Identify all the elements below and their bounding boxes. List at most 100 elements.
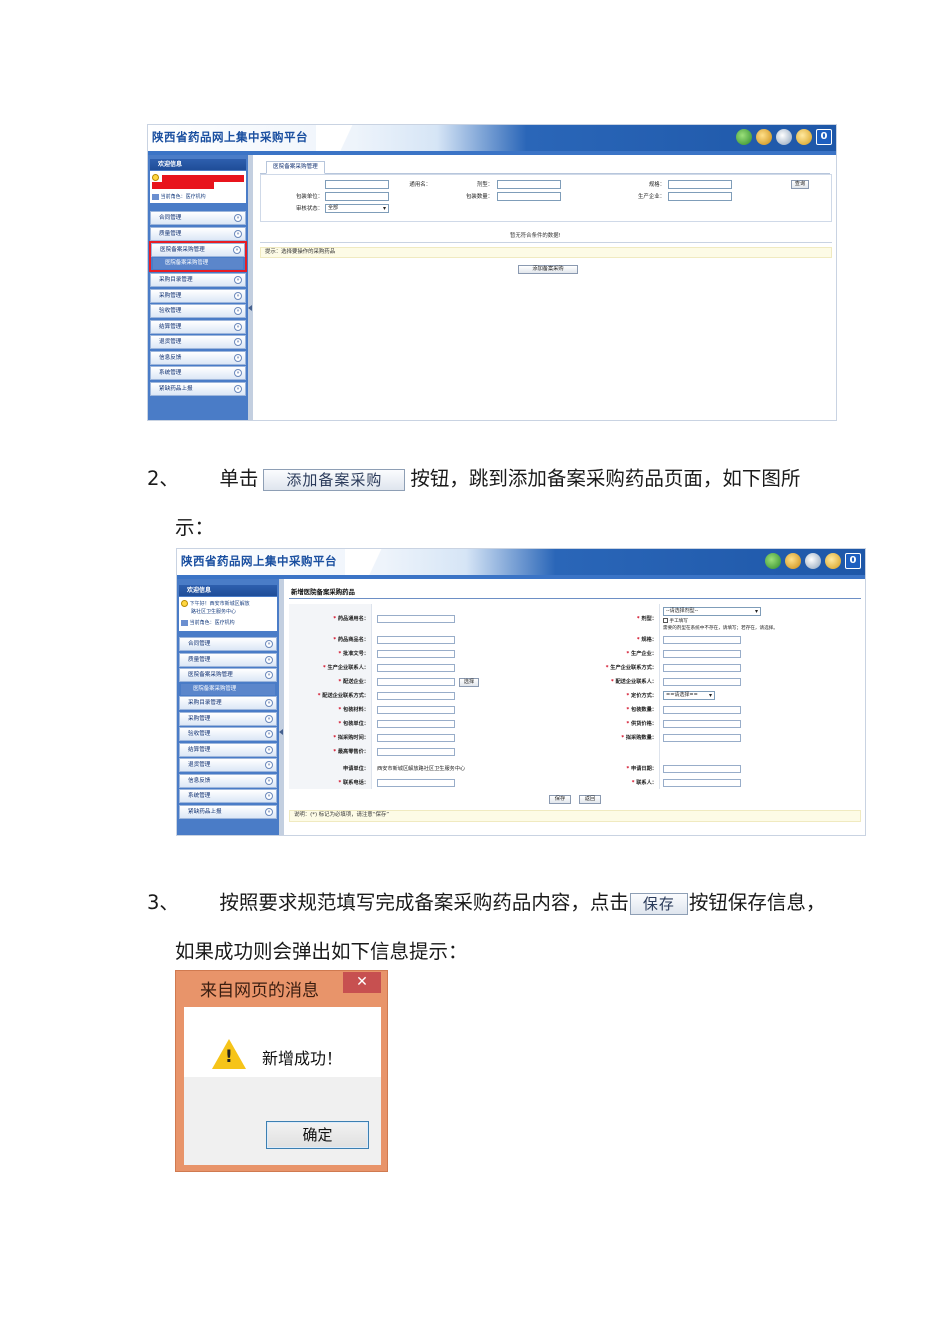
form-title: 新增医院备案采购药品 xyxy=(291,588,355,596)
settings-icon[interactable] xyxy=(805,553,821,569)
pack-qty-input[interactable] xyxy=(663,706,741,714)
sidebar-item-returns[interactable]: 退货管理» xyxy=(150,335,246,349)
dialog-title: 来自网页的消息 xyxy=(200,981,319,1001)
chevron-down-icon: » xyxy=(265,761,273,769)
sidebar-collapse-handle[interactable] xyxy=(248,155,253,420)
sidebar-item-settlement[interactable]: 结算管理» xyxy=(179,742,277,757)
sidebar-item-shortage-report[interactable]: 紧缺药品上报» xyxy=(150,381,246,396)
highlight-box: 医院备案采购管理» 医院备案采购管理 xyxy=(149,241,247,272)
sidebar-item-purchase[interactable]: 采购管理» xyxy=(179,711,277,726)
sidebar-item-feedback[interactable]: 信息反馈» xyxy=(150,350,246,365)
sidebar-item-hospital-filing[interactable]: 医院备案采购管理» xyxy=(179,668,277,682)
collapse-arrow-icon xyxy=(279,729,283,735)
save-button[interactable]: 保存 xyxy=(549,795,571,804)
chevron-down-icon: » xyxy=(234,307,242,315)
edit-icon[interactable] xyxy=(756,129,772,145)
distributor-input[interactable] xyxy=(377,678,455,686)
sidebar-item-system[interactable]: 系统管理» xyxy=(150,366,246,380)
phone-input[interactable] xyxy=(377,779,455,787)
generic-name-input[interactable] xyxy=(377,615,455,623)
key-icon[interactable] xyxy=(825,553,841,569)
sidebar-item-hospital-filing[interactable]: 医院备案采购管理» xyxy=(151,243,245,257)
generic-name-input[interactable] xyxy=(325,180,389,189)
label-dosage-form: 剂型： xyxy=(476,182,493,188)
label-pricing-method: * 定价方式： xyxy=(626,693,657,699)
key-icon[interactable] xyxy=(796,129,812,145)
choose-distributor-button[interactable]: 选择 xyxy=(459,678,479,687)
step3-line2: 如果成功则会弹出如下信息提示： xyxy=(175,940,468,963)
platform-title: 陕西省药品网上集中采购平台 xyxy=(181,554,337,568)
label-planned-qty: * 拟采购数量： xyxy=(621,735,657,741)
sidebar-item-feedback[interactable]: 信息反馈» xyxy=(179,773,277,788)
step2-number: 2、 xyxy=(147,467,179,490)
label-supply-price: * 供货价格： xyxy=(626,721,657,727)
sidebar-item-returns[interactable]: 退货管理» xyxy=(179,758,277,772)
current-role: 当前角色：医疗机构 xyxy=(189,620,235,626)
planned-time-input[interactable] xyxy=(377,734,455,742)
search-button[interactable]: 查询 xyxy=(791,180,809,189)
inline-save-button-image: 保存 xyxy=(629,892,688,915)
submenu-item-hospital-filing[interactable]: 医院备案采购管理 xyxy=(181,683,275,695)
manufacturer-input[interactable] xyxy=(668,192,732,201)
sidebar-collapse-handle[interactable] xyxy=(279,579,284,835)
chevron-down-icon: » xyxy=(234,291,242,300)
sidebar-item-shortage-report[interactable]: 紧缺药品上报» xyxy=(179,804,277,819)
sidebar-item-acceptance[interactable]: 验收管理» xyxy=(179,727,277,741)
dosage-form-input[interactable] xyxy=(497,180,561,189)
pack-qty-input[interactable] xyxy=(497,192,561,201)
review-status-select[interactable]: 全部 xyxy=(325,204,389,213)
brand-name-input[interactable] xyxy=(377,636,455,644)
chevron-down-icon: » xyxy=(265,807,273,816)
edit-icon[interactable] xyxy=(785,553,801,569)
settings-icon[interactable] xyxy=(776,129,792,145)
apply-date-input[interactable] xyxy=(663,765,741,773)
sidebar-item-quality[interactable]: 质量管理» xyxy=(150,226,246,241)
welcome-panel: 当前角色：医疗机构 xyxy=(150,171,246,203)
sidebar-item-catalog[interactable]: 采购目录管理» xyxy=(179,696,277,710)
pricing-method-select[interactable]: ==请选择== xyxy=(663,691,715,700)
sidebar-item-contract[interactable]: 合同管理» xyxy=(179,637,277,651)
pack-unit-input[interactable] xyxy=(325,192,389,201)
sidebar-item-purchase[interactable]: 采购管理» xyxy=(150,288,246,303)
label-brand-name: * 药品商品名： xyxy=(333,637,369,643)
supply-price-input[interactable] xyxy=(663,720,741,728)
submenu-item-hospital-filing[interactable]: 医院备案采购管理 xyxy=(153,258,243,269)
manufacturer-input[interactable] xyxy=(663,650,741,658)
chevron-down-icon: » xyxy=(234,229,242,238)
sidebar-item-contract[interactable]: 合同管理» xyxy=(150,211,246,225)
ok-button[interactable]: 确定 xyxy=(266,1121,369,1149)
sidebar-item-acceptance[interactable]: 验收管理» xyxy=(150,304,246,318)
chevron-down-icon: » xyxy=(234,369,242,377)
sidebar-item-settlement[interactable]: 结算管理» xyxy=(150,319,246,334)
logout-icon[interactable]: 0 xyxy=(845,553,861,569)
add-filing-purchase-button[interactable]: 添加备案采购 xyxy=(518,265,578,274)
sidebar-item-quality[interactable]: 质量管理» xyxy=(179,652,277,667)
refresh-icon[interactable] xyxy=(765,553,781,569)
label-apply-date: * 申请日期： xyxy=(626,766,657,772)
spec-input[interactable] xyxy=(663,636,741,644)
manufacturer-phone-input[interactable] xyxy=(663,664,741,672)
label-packing-material: * 包装材料： xyxy=(338,707,369,713)
back-button[interactable]: 返回 xyxy=(579,795,601,804)
tab-hospital-filing[interactable]: 医院备案采购管理 xyxy=(266,161,325,174)
contact-input[interactable] xyxy=(663,779,741,787)
max-retail-price-input[interactable] xyxy=(377,748,455,756)
packing-material-input[interactable] xyxy=(377,706,455,714)
approval-number-input[interactable] xyxy=(377,650,455,658)
manual-entry-checkbox[interactable] xyxy=(663,618,668,623)
distributor-contact-input[interactable] xyxy=(663,678,741,686)
distributor-phone-input[interactable] xyxy=(377,692,455,700)
dosage-form-select[interactable]: --请选择剂型-- xyxy=(663,607,761,616)
refresh-icon[interactable] xyxy=(736,129,752,145)
sidebar-item-catalog[interactable]: 采购目录管理» xyxy=(150,273,246,287)
planned-qty-input[interactable] xyxy=(663,734,741,742)
chevron-up-icon: » xyxy=(265,671,273,679)
close-button[interactable]: ✕ xyxy=(343,972,381,993)
pack-unit-input[interactable] xyxy=(377,720,455,728)
label-spec: * 规格： xyxy=(636,637,657,643)
sidebar-item-system[interactable]: 系统管理» xyxy=(179,789,277,803)
spec-input[interactable] xyxy=(668,180,732,189)
logout-icon[interactable]: 0 xyxy=(816,129,832,145)
manufacturer-contact-input[interactable] xyxy=(377,664,455,672)
banner-icons: 0 xyxy=(736,129,832,145)
